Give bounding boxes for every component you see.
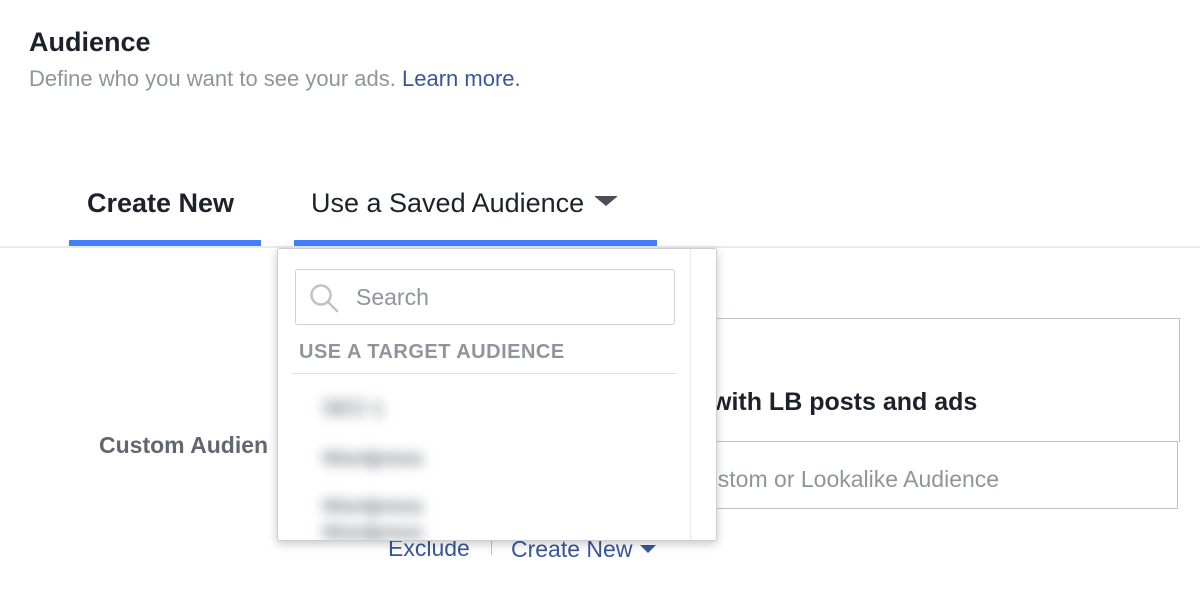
link-separator (491, 541, 492, 555)
tab-saved-audience[interactable]: Use a Saved Audience (311, 188, 619, 219)
subtitle-text: Define who you want to see your ads. (29, 66, 402, 91)
tab-create-new-label: Create New (87, 188, 235, 218)
saved-audience-item[interactable]: Wordpress (322, 521, 423, 540)
custom-audience-input-placeholder: ustom or Lookalike Audience (705, 466, 1000, 492)
custom-audience-selected-text: with LB posts and ads (712, 388, 978, 416)
search-input[interactable] (356, 278, 656, 316)
heading-divider (292, 373, 677, 374)
custom-audience-selected-box[interactable] (640, 318, 1180, 442)
dropdown-scrollbar[interactable] (690, 249, 716, 540)
audience-page: Audience Define who you want to see your… (0, 0, 1200, 597)
custom-audience-label: Custom Audien (99, 432, 269, 458)
page-subtitle: Define who you want to see your ads. Lea… (29, 66, 521, 92)
tab-saved-audience-label: Use a Saved Audience (311, 188, 585, 218)
caret-down-icon (640, 545, 657, 553)
page-title: Audience (29, 27, 151, 57)
caret-down-icon (594, 196, 619, 206)
search-box[interactable] (295, 269, 675, 325)
tab-create-new[interactable]: Create New (87, 188, 234, 219)
learn-more-link[interactable]: Learn more. (402, 66, 521, 91)
target-audience-heading: USE A TARGET AUDIENCE (299, 341, 565, 363)
saved-audience-dropdown: USE A TARGET AUDIENCE SEO 1 Wordpress Wo… (277, 248, 717, 541)
search-icon (310, 284, 339, 313)
saved-audience-item[interactable]: Wordpress (322, 447, 423, 471)
saved-audience-item[interactable]: SEO 1 (322, 397, 384, 421)
saved-audience-item[interactable]: Wordpress (322, 495, 423, 519)
